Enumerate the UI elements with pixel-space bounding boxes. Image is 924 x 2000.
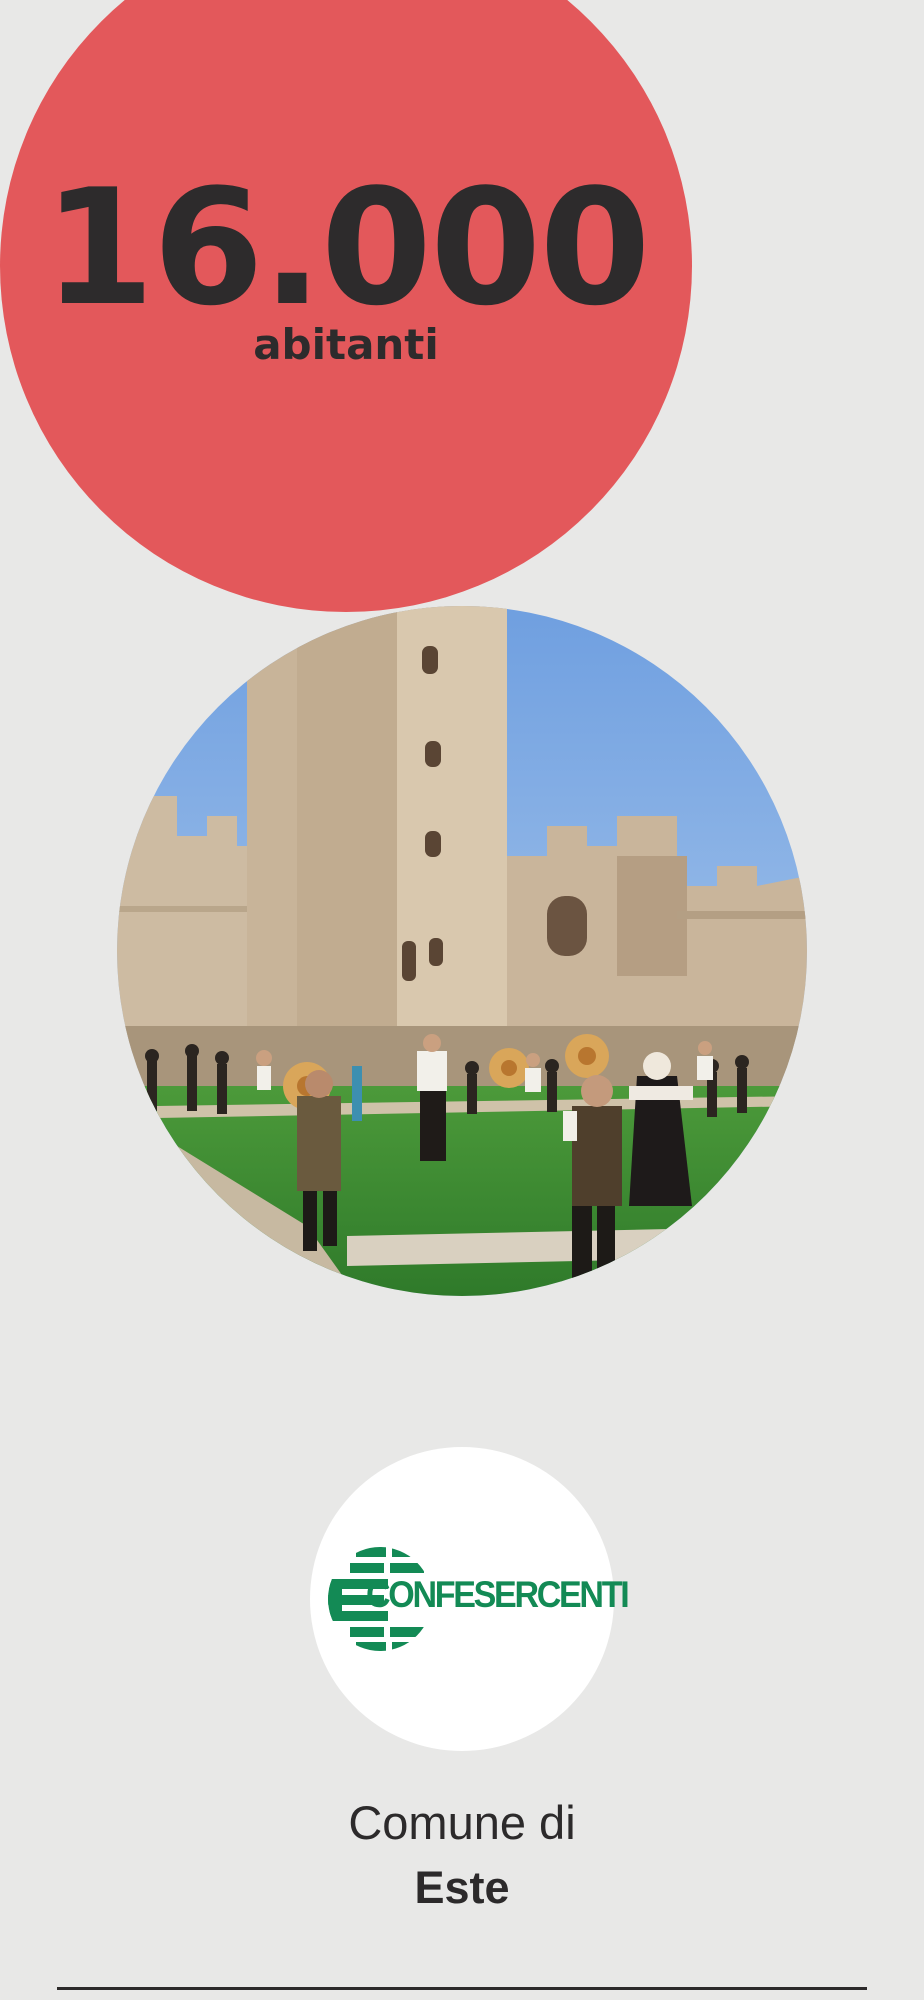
confesercenti-logo-text: CONFESERCENTI — [366, 1574, 630, 1615]
comune-prefix: Comune di — [348, 1796, 576, 1849]
comune-name: Este — [414, 1862, 510, 1913]
confesercenti-logo: CONFESERCENTI — [310, 1447, 630, 1751]
population-label: abitanti — [253, 320, 439, 369]
divider — [57, 1987, 867, 1990]
population-value: 16.000 — [43, 154, 650, 341]
castle-photo — [117, 606, 807, 1296]
population-stat-circle: 16.000 abitanti — [0, 0, 692, 612]
